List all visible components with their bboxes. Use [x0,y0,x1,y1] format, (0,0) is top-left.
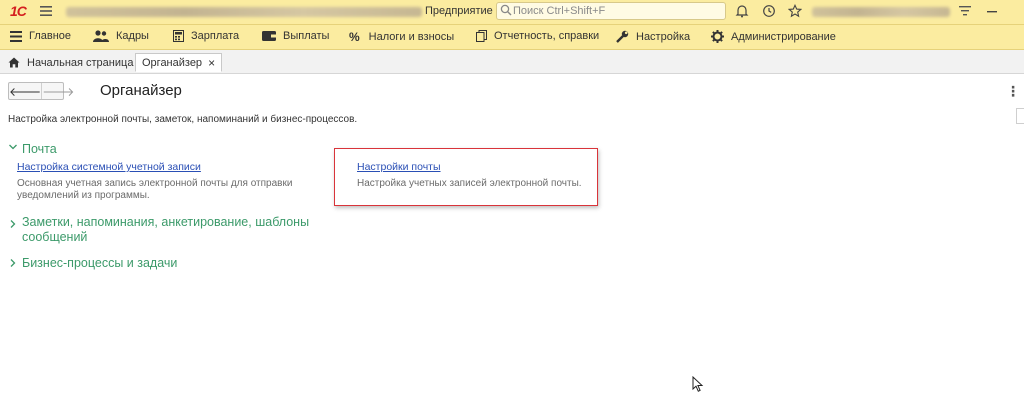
back-button[interactable]: 🡐 [9,83,43,99]
menu-item-label: Настройка [636,30,691,43]
menu-item-hr[interactable]: Кадры [93,30,149,42]
user-name-redacted [812,7,950,17]
menu-item-payments[interactable]: Выплаты [262,30,329,42]
hamburger-menu-icon[interactable] [40,5,52,20]
page-title: Органайзер [100,82,182,99]
mouse-cursor-icon [692,375,704,396]
menu-item-label: Отчетность, справки [494,30,600,42]
forward-button[interactable]: 🡒 [42,83,74,99]
menu-item-label: Выплаты [283,30,330,42]
search-input[interactable]: Поиск Ctrl+Shift+F [496,2,726,20]
gear-icon [711,30,724,43]
history-icon[interactable] [762,4,776,21]
title-bar: 1С Предприятие Поиск Ctrl+Shift+F [0,0,1024,25]
chevron-right-icon [8,215,20,234]
more-actions-icon[interactable]: ⋮ [1006,83,1020,100]
documents-icon [476,30,487,42]
settings-list-icon[interactable] [958,4,972,21]
chevron-down-icon [8,142,20,155]
window-title-redacted [66,7,422,17]
bell-icon[interactable] [735,4,749,21]
menu-item-label: Администрирование [731,30,836,43]
system-account-link[interactable]: Настройка системной учетной записи [17,161,201,173]
home-icon [8,57,20,68]
group-title: Бизнес-процессы и задачи [22,256,178,270]
minimize-icon[interactable] [986,4,998,21]
tab-label: Органайзер [142,56,203,69]
group-mail-header[interactable]: Почта [8,142,57,156]
wrench-icon [616,30,629,43]
note-line: Основная учетная запись электронной почт… [17,178,293,189]
tab-label: Начальная страница [27,56,134,69]
group-title: Почта [22,142,57,156]
search-icon [500,4,512,19]
menu-icon [10,30,22,42]
page-description: Настройка электронной почты, заметок, на… [8,114,358,125]
menu-item-label: Налоги и взносы [368,31,455,43]
percent-icon: % [349,30,360,44]
menu-item-main[interactable]: Главное [10,30,71,42]
menu-item-admin[interactable]: Администрирование [711,30,836,43]
nav-buttons: 🡐 🡒 [8,82,74,100]
window-title-suffix: Предприятие [425,5,493,17]
calculator-icon [173,30,184,42]
menu-item-salary[interactable]: Зарплата [173,30,239,42]
group-title-line: сообщений [22,230,88,244]
wallet-icon [262,31,276,41]
group-bp-header[interactable]: Бизнес-процессы и задачи [8,256,177,271]
tab-organizer[interactable]: Органайзер × [135,53,223,72]
people-icon [93,30,109,42]
group-title: Заметки, напоминания, анкетирование, шаб… [22,215,309,245]
open-windows-bar: Начальная страница Органайзер × [0,50,1024,74]
menu-item-label: Кадры [116,30,149,42]
menu-item-label: Зарплата [191,30,240,42]
group-notes-header[interactable]: Заметки, напоминания, анкетирование, шаб… [8,215,309,245]
system-account-note: Основная учетная запись электронной почт… [17,178,292,202]
section-panel: Главное Кадры Зарплата Выплаты % Налоги … [0,25,1024,50]
note-line: уведомлений из программы. [17,190,150,201]
chevron-right-icon [8,256,20,271]
star-icon[interactable] [787,3,803,21]
tab-home[interactable]: Начальная страница [2,53,139,72]
close-icon[interactable]: × [208,56,215,70]
menu-item-taxes[interactable]: % Налоги и взносы [349,30,454,44]
scrollbar[interactable] [1016,108,1024,124]
menu-item-label: Главное [29,30,72,42]
highlight-frame [334,148,598,206]
search-placeholder: Поиск Ctrl+Shift+F [513,5,606,17]
menu-item-reports[interactable]: Отчетность, справки [476,30,599,42]
group-title-line: Заметки, напоминания, анкетирование, шаб… [22,215,310,229]
menu-item-settings[interactable]: Настройка [616,30,690,43]
1c-logo: 1С [10,3,27,19]
